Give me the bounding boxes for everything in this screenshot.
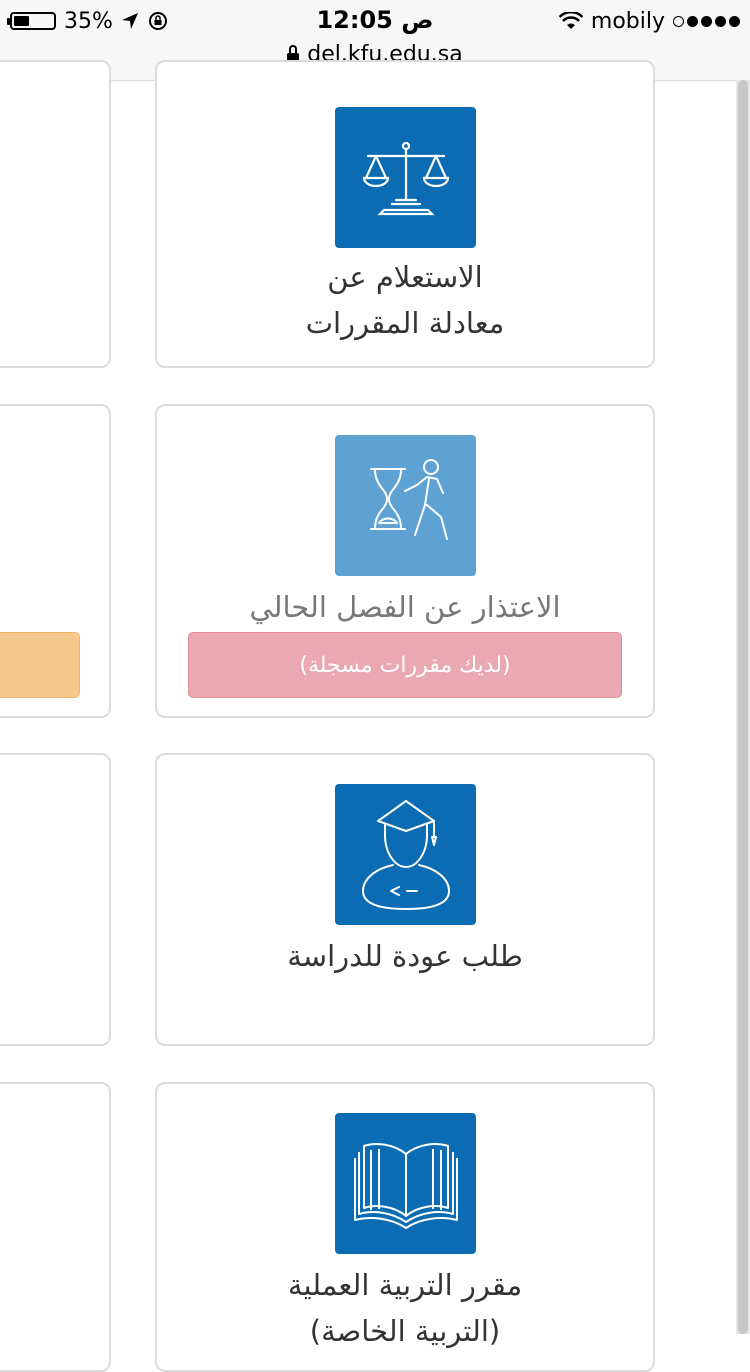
card-course-equivalency[interactable]: الاستعلام عن معادلة المقررات (155, 60, 655, 368)
carrier-name: mobily (590, 8, 665, 34)
card-title-line1: الاستعلام عن (327, 260, 483, 294)
graduate-icon (335, 784, 476, 925)
open-book-icon (335, 1113, 476, 1254)
registered-courses-notice: (لديك مقررات مسجلة) (188, 632, 622, 698)
signal-strength-icon (673, 15, 740, 27)
scrollbar-thumb[interactable] (738, 80, 748, 1334)
card-practical-education[interactable]: مقرر التربية العملية (التربية الخاصة) (155, 1082, 655, 1372)
scrollbar[interactable] (736, 80, 750, 1334)
wifi-icon (558, 12, 583, 29)
card-return-to-study[interactable]: طلب عودة للدراسة (155, 753, 655, 1046)
status-right: mobily (558, 8, 740, 34)
card-title-line2: (التربية الخاصة) (309, 1314, 501, 1348)
card-title-line2: معادلة المقررات (305, 306, 505, 340)
hourglass-person-icon (335, 435, 476, 576)
card-semester-withdrawal: الاعتذار عن الفصل الحالي (لديك مقررات مس… (155, 404, 655, 718)
scales-icon (335, 107, 476, 248)
side-card-2[interactable] (0, 404, 111, 718)
card-title-line1: مقرر التربية العملية (287, 1268, 523, 1302)
card-title: الاعتذار عن الفصل الحالي (249, 590, 561, 624)
card-title: طلب عودة للدراسة (287, 939, 523, 973)
side-card-3[interactable] (0, 753, 111, 1046)
side-card-action-button[interactable] (0, 632, 80, 698)
side-card-1[interactable] (0, 60, 111, 368)
side-card-4[interactable] (0, 1082, 111, 1372)
